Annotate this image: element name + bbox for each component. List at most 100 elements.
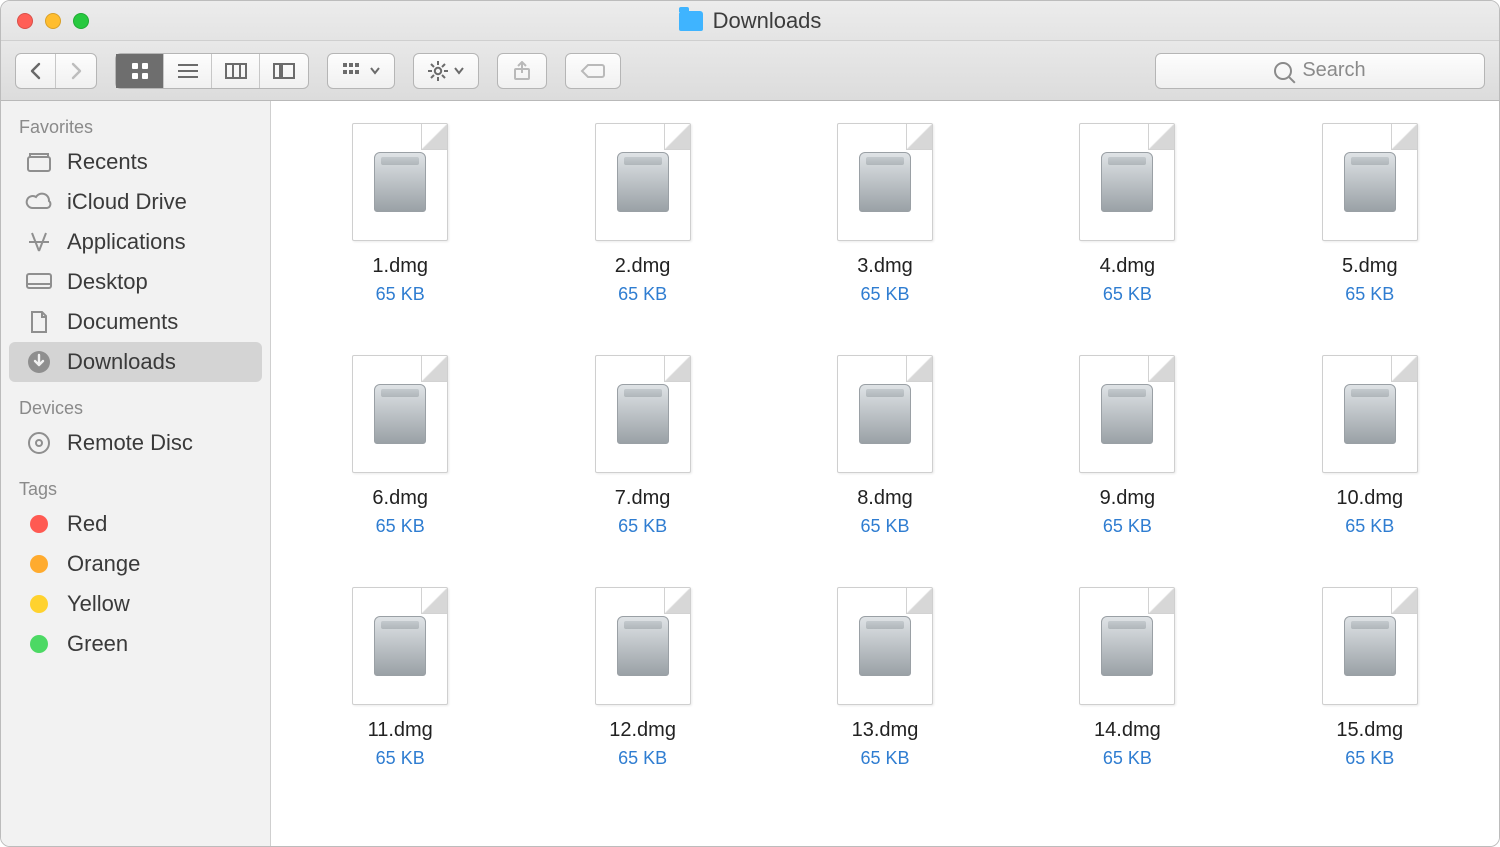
disc-icon <box>25 431 53 455</box>
tag-dot-icon <box>25 512 53 536</box>
file-name: 1.dmg <box>372 255 428 278</box>
sidebar-section-tags: Tags <box>1 473 270 504</box>
documents-icon <box>25 310 53 334</box>
minimize-window-button[interactable] <box>45 13 61 29</box>
file-item[interactable]: 4.dmg65 KB <box>1026 123 1228 305</box>
dmg-file-icon <box>837 587 933 705</box>
file-size: 65 KB <box>860 284 909 305</box>
toolbar: Search <box>1 41 1499 101</box>
sidebar-tag-green[interactable]: Green <box>9 624 262 664</box>
sidebar-section-devices: Devices <box>1 392 270 423</box>
file-item[interactable]: 9.dmg65 KB <box>1026 355 1228 537</box>
file-size: 65 KB <box>1103 516 1152 537</box>
file-size: 65 KB <box>1103 284 1152 305</box>
file-size: 65 KB <box>1345 284 1394 305</box>
file-name: 8.dmg <box>857 487 913 510</box>
finder-window: Downloads <box>0 0 1500 847</box>
tag-dot-icon <box>25 632 53 656</box>
file-size: 65 KB <box>618 748 667 769</box>
sidebar-item-remote-disc[interactable]: Remote Disc <box>9 423 262 463</box>
file-name: 14.dmg <box>1094 719 1161 742</box>
icon-view-button[interactable] <box>116 54 164 88</box>
dmg-file-icon <box>1322 123 1418 241</box>
file-item[interactable]: 2.dmg65 KB <box>541 123 743 305</box>
dmg-file-icon <box>1079 123 1175 241</box>
window-title: Downloads <box>1 8 1499 34</box>
zoom-window-button[interactable] <box>73 13 89 29</box>
gallery-view-button[interactable] <box>260 54 308 88</box>
action-menu-button[interactable] <box>413 53 479 89</box>
dmg-file-icon <box>352 123 448 241</box>
file-item[interactable]: 1.dmg 65 KB <box>299 123 501 305</box>
close-window-button[interactable] <box>17 13 33 29</box>
sidebar-item-label: Applications <box>67 229 186 255</box>
file-size: 65 KB <box>1103 748 1152 769</box>
sidebar-tag-yellow[interactable]: Yellow <box>9 584 262 624</box>
dmg-file-icon <box>595 123 691 241</box>
tag-icon <box>580 62 606 80</box>
file-item[interactable]: 5.dmg65 KB <box>1269 123 1471 305</box>
sidebar-tag-red[interactable]: Red <box>9 504 262 544</box>
group-by-button[interactable] <box>327 53 395 89</box>
dmg-file-icon <box>837 123 933 241</box>
downloads-folder-icon <box>679 11 703 31</box>
edit-tags-button[interactable] <box>565 53 621 89</box>
file-name: 10.dmg <box>1336 487 1403 510</box>
column-view-button[interactable] <box>212 54 260 88</box>
file-size: 65 KB <box>376 284 425 305</box>
sidebar-item-label: Yellow <box>67 591 130 617</box>
share-button[interactable] <box>497 53 547 89</box>
file-size: 65 KB <box>376 748 425 769</box>
sidebar-section-favorites: Favorites <box>1 111 270 142</box>
sidebar-item-downloads[interactable]: Downloads <box>9 342 262 382</box>
recents-icon <box>25 150 53 174</box>
dmg-file-icon <box>595 587 691 705</box>
file-item[interactable]: 13.dmg65 KB <box>784 587 986 769</box>
chevron-down-icon <box>370 67 380 75</box>
file-size: 65 KB <box>1345 516 1394 537</box>
file-grid-area[interactable]: 1.dmg65 KB2.dmg65 KB3.dmg65 KB4.dmg65 KB… <box>271 101 1499 846</box>
sidebar-item-label: iCloud Drive <box>67 189 187 215</box>
file-name: 6.dmg <box>372 487 428 510</box>
dmg-file-icon <box>1079 355 1175 473</box>
file-item[interactable]: 10.dmg 65 KB <box>1269 355 1471 537</box>
sidebar-item-icloud[interactable]: iCloud Drive <box>9 182 262 222</box>
file-item[interactable]: 3.dmg 65 KB <box>784 123 986 305</box>
sidebar-item-documents[interactable]: Documents <box>9 302 262 342</box>
sidebar-item-label: Red <box>67 511 107 537</box>
nav-buttons <box>15 53 97 89</box>
file-item[interactable]: 14.dmg 65 KB <box>1026 587 1228 769</box>
file-item[interactable]: 7.dmg65 KB <box>541 355 743 537</box>
file-item[interactable]: 15.dmg65 KB <box>1269 587 1471 769</box>
file-name: 3.dmg <box>857 255 913 278</box>
titlebar: Downloads <box>1 1 1499 41</box>
desktop-icon <box>25 270 53 294</box>
dmg-file-icon <box>1079 587 1175 705</box>
file-item[interactable]: 12.dmg65 KB <box>541 587 743 769</box>
file-size: 65 KB <box>860 516 909 537</box>
dmg-file-icon <box>352 587 448 705</box>
sidebar-item-desktop[interactable]: Desktop <box>9 262 262 302</box>
downloads-icon <box>25 350 53 374</box>
file-name: 13.dmg <box>852 719 919 742</box>
sidebar-tag-orange[interactable]: Orange <box>9 544 262 584</box>
sidebar-item-applications[interactable]: Applications <box>9 222 262 262</box>
file-item[interactable]: 6.dmg65 KB <box>299 355 501 537</box>
list-view-button[interactable] <box>164 54 212 88</box>
tag-dot-icon <box>25 592 53 616</box>
forward-button[interactable] <box>56 54 96 88</box>
chevron-down-icon <box>454 67 464 75</box>
window-title-text: Downloads <box>713 8 822 34</box>
file-item[interactable]: 8.dmg 65 KB <box>784 355 986 537</box>
search-field[interactable]: Search <box>1155 53 1485 89</box>
dmg-file-icon <box>1322 355 1418 473</box>
dmg-file-icon <box>595 355 691 473</box>
sidebar-item-recents[interactable]: Recents <box>9 142 262 182</box>
back-button[interactable] <box>16 54 56 88</box>
search-icon <box>1274 62 1292 80</box>
file-name: 7.dmg <box>615 487 671 510</box>
tag-dot-icon <box>25 552 53 576</box>
file-name: 11.dmg <box>368 719 433 742</box>
sidebar-item-label: Desktop <box>67 269 148 295</box>
file-item[interactable]: 11.dmg 65 KB <box>299 587 501 769</box>
